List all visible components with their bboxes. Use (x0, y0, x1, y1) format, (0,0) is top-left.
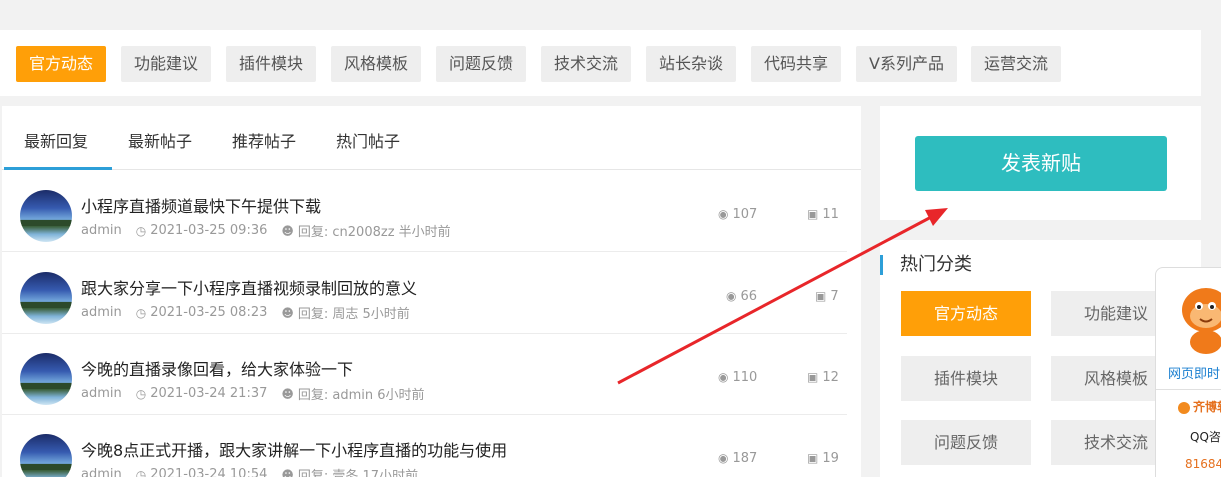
comment-icon: ▣ (815, 289, 827, 303)
category-tab-v-series[interactable]: V系列产品 (856, 46, 957, 82)
mascot-icon (1182, 288, 1221, 354)
user-icon: ☻ (281, 467, 294, 477)
post-meta: admin ◷ 2021-03-25 08:23 ☻ 回复: 周志 5小时前 (81, 303, 410, 322)
post-list-panel: 最新回复 最新帖子 推荐帖子 热门帖子 小程序直播频道最快下午提供下载 admi… (2, 106, 861, 477)
post-replies: ▣ 12 (807, 370, 839, 385)
list-item[interactable]: 小程序直播频道最快下午提供下载 admin ◷ 2021-03-25 09:36… (2, 171, 847, 252)
post-date: 2021-03-24 21:37 (150, 386, 268, 401)
widget-divider (1156, 389, 1221, 390)
category-tab-operations[interactable]: 运营交流 (971, 46, 1062, 82)
tab-latest-replies[interactable]: 最新回复 (24, 128, 88, 152)
post-title[interactable]: 今晚8点正式开播，跟大家讲解一下小程序直播的功能与使用 (81, 437, 507, 461)
post-replies: ▣ 11 (807, 207, 839, 222)
post-views: ◉ 187 (718, 451, 758, 466)
user-icon: ☻ (281, 223, 294, 238)
tab-latest-posts[interactable]: 最新帖子 (128, 128, 192, 152)
category-tab-tech[interactable]: 技术交流 (541, 46, 632, 82)
avatar[interactable] (20, 353, 72, 405)
new-post-button[interactable]: 发表新贴 (915, 136, 1167, 191)
post-author[interactable]: admin (81, 223, 122, 238)
post-title[interactable]: 跟大家分享一下小程序直播视频录制回放的意义 (81, 275, 417, 299)
web-chat-link[interactable]: 网页即时 (1168, 363, 1220, 382)
hot-categories-panel: 热门分类 官方动态 功能建议 插件模块 风格模板 问题反馈 技术交流 (880, 240, 1201, 477)
post-replies: ▣ 19 (807, 451, 839, 466)
post-date: 2021-03-25 09:36 (150, 223, 268, 238)
avatar[interactable] (20, 434, 72, 477)
category-tab-templates[interactable]: 风格模板 (331, 46, 422, 82)
new-post-panel: 发表新贴 (880, 106, 1201, 220)
post-list-tabs: 最新回复 最新帖子 推荐帖子 热门帖子 (2, 106, 861, 170)
eye-icon: ◉ (718, 207, 729, 221)
clock-icon: ◷ (135, 223, 147, 238)
post-replies: ▣ 7 (815, 289, 839, 304)
clock-icon: ◷ (135, 467, 147, 477)
tab-hot-posts[interactable]: 热门帖子 (336, 128, 400, 152)
post-last-reply: 回复: admin 6小时前 (297, 388, 425, 403)
post-meta: admin ◷ 2021-03-25 09:36 ☻ 回复: cn2008zz … (81, 221, 451, 240)
list-item[interactable]: 今晚8点正式开播，跟大家讲解一下小程序直播的功能与使用 admin ◷ 2021… (2, 415, 847, 477)
qq-number: 816842 (1185, 457, 1221, 471)
category-tab-official[interactable]: 官方动态 (16, 46, 107, 82)
post-views: ◉ 107 (718, 207, 758, 222)
post-meta: admin ◷ 2021-03-24 10:54 ☻ 回复: 壹冬 17小时前 (81, 465, 418, 477)
comment-icon: ▣ (807, 370, 819, 384)
post-last-reply: 回复: cn2008zz 半小时前 (297, 225, 451, 240)
chat-bubble-icon (1178, 401, 1190, 414)
post-author[interactable]: admin (81, 386, 122, 401)
list-item[interactable]: 跟大家分享一下小程序直播视频录制回放的意义 admin ◷ 2021-03-25… (2, 253, 847, 334)
post-last-reply: 回复: 周志 5小时前 (297, 307, 410, 322)
clock-icon: ◷ (135, 305, 147, 320)
eye-icon: ◉ (718, 370, 729, 384)
post-views: ◉ 110 (718, 370, 758, 385)
post-views: ◉ 66 (726, 289, 758, 304)
hot-category-feedback[interactable]: 问题反馈 (901, 420, 1031, 465)
post-title[interactable]: 小程序直播频道最快下午提供下载 (81, 193, 321, 217)
active-tab-indicator (4, 167, 112, 170)
post-date: 2021-03-24 10:54 (150, 467, 268, 477)
post-meta: admin ◷ 2021-03-24 21:37 ☻ 回复: admin 6小时… (81, 384, 425, 403)
clock-icon: ◷ (135, 386, 147, 401)
qq-consult-label[interactable]: QQ咨询 (1190, 428, 1221, 445)
avatar[interactable] (20, 272, 72, 324)
category-bar: 官方动态 功能建议 插件模块 风格模板 问题反馈 技术交流 站长杂谈 代码共享 … (0, 30, 1201, 96)
post-title[interactable]: 今晚的直播录像回看，给大家体验一下 (81, 356, 353, 380)
hot-categories-title: 热门分类 (880, 255, 972, 275)
user-icon: ☻ (281, 386, 294, 401)
user-icon: ☻ (281, 305, 294, 320)
category-tab-code[interactable]: 代码共享 (751, 46, 842, 82)
category-tab-plugins[interactable]: 插件模块 (226, 46, 317, 82)
hot-category-plugins[interactable]: 插件模块 (901, 356, 1031, 401)
category-tab-feedback[interactable]: 问题反馈 (436, 46, 527, 82)
eye-icon: ◉ (718, 451, 729, 465)
post-author[interactable]: admin (81, 467, 122, 477)
post-date: 2021-03-25 08:23 (150, 305, 268, 320)
avatar[interactable] (20, 190, 72, 242)
hot-category-official[interactable]: 官方动态 (901, 291, 1031, 336)
tab-recommended-posts[interactable]: 推荐帖子 (232, 128, 296, 152)
eye-icon: ◉ (726, 289, 737, 303)
comment-icon: ▣ (807, 451, 819, 465)
category-tab-feature-suggestions[interactable]: 功能建议 (121, 46, 212, 82)
category-tab-chat[interactable]: 站长杂谈 (646, 46, 737, 82)
list-item[interactable]: 今晚的直播录像回看，给大家体验一下 admin ◷ 2021-03-24 21:… (2, 334, 847, 415)
comment-icon: ▣ (807, 207, 819, 221)
post-last-reply: 回复: 壹冬 17小时前 (297, 469, 419, 477)
customer-service-widget[interactable]: 网页即时 齐博软 QQ咨询 816842 (1155, 267, 1221, 477)
post-author[interactable]: admin (81, 305, 122, 320)
widget-brand: 齐博软 (1178, 398, 1221, 415)
